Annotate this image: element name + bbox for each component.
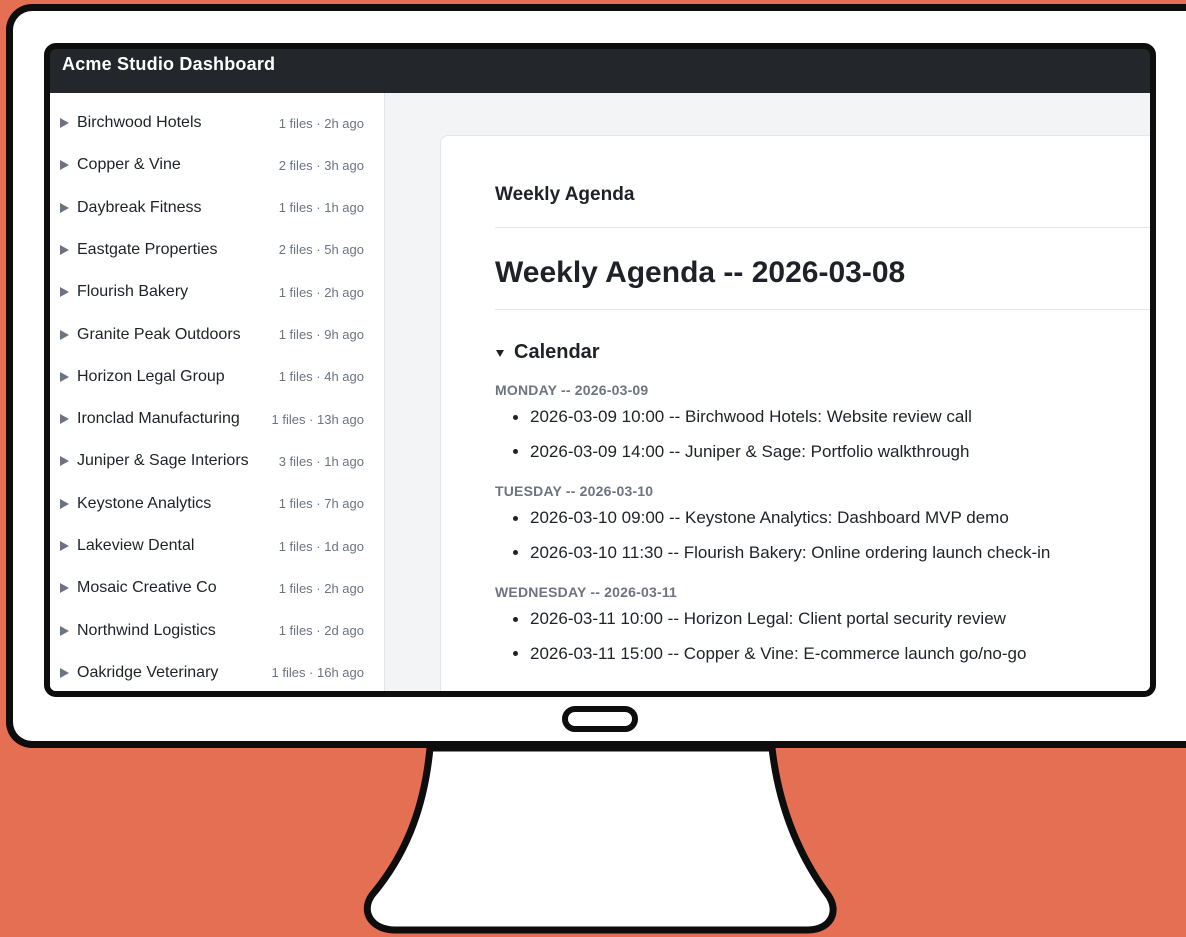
agenda-heading: Weekly Agenda -- 2026-03-08 <box>495 256 906 289</box>
sidebar-item-client[interactable]: Eastgate Properties 2 files · 5h ago <box>50 229 384 271</box>
bullet-icon <box>513 414 518 420</box>
client-meta: 3 files · 1h ago <box>278 453 364 469</box>
day-label: TUESDAY -- 2026-03-10 <box>495 483 654 499</box>
client-meta: 1 files · 2h ago <box>278 284 364 300</box>
sidebar-item-client[interactable]: Juniper & Sage Interiors 3 files · 1h ago <box>50 440 384 482</box>
client-meta: 2 files · 3h ago <box>278 157 364 173</box>
event-text: 2026-03-10 11:30 -- Flourish Bakery: Onl… <box>530 542 1051 562</box>
client-meta: 1 files · 13h ago <box>271 411 364 427</box>
triangle-right-icon <box>60 202 69 213</box>
calendar-event: 2026-03-11 10:00 -- Horizon Legal: Clien… <box>513 609 1006 629</box>
client-name: Copper & Vine <box>77 156 181 174</box>
calendar-event: 2026-03-09 14:00 -- Juniper & Sage: Port… <box>513 442 969 462</box>
sidebar-item-client[interactable]: Copper & Vine 2 files · 3h ago <box>50 144 384 186</box>
app-header: Acme Studio Dashboard <box>50 49 1150 93</box>
client-name: Lakeview Dental <box>77 537 195 554</box>
triangle-right-icon <box>60 583 69 594</box>
main-content: Weekly Agenda Weekly Agenda -- 2026-03-0… <box>386 93 1150 691</box>
triangle-right-icon <box>60 118 69 128</box>
client-name: Oakridge Veterinary <box>77 663 219 681</box>
triangle-right-icon <box>60 625 69 636</box>
client-meta: 1 files · 2h ago <box>278 115 364 131</box>
client-name: Mosaic Creative Co <box>77 579 217 597</box>
sidebar-item-client[interactable]: Ironclad Manufacturing 1 files · 13h ago <box>50 398 384 440</box>
client-name: Flourish Bakery <box>77 283 189 301</box>
client-name: Eastgate Properties <box>77 240 218 258</box>
triangle-right-icon <box>60 667 69 678</box>
app-title: Acme Studio Dashboard <box>62 54 276 74</box>
client-meta: 1 files · 4h ago <box>278 369 364 385</box>
app-body: Birchwood Hotels 1 files · 2h ago Copper &… <box>50 93 1150 691</box>
sidebar-item-client[interactable]: Northwind Logistics 1 files · 2d ago <box>50 610 384 652</box>
calendar-section-toggle[interactable]: Calendar <box>495 341 600 364</box>
client-meta: 1 files · 7h ago <box>278 496 364 512</box>
client-name: Northwind Logistics <box>77 621 216 639</box>
client-name: Birchwood Hotels <box>77 114 202 131</box>
client-meta: 1 files · 1d ago <box>278 538 364 554</box>
sidebar-item-client[interactable]: Keystone Analytics 1 files · 7h ago <box>50 483 384 525</box>
bullet-icon <box>513 616 518 622</box>
section-title: Calendar <box>514 341 600 363</box>
calendar-event: 2026-03-10 11:30 -- Flourish Bakery: Onl… <box>513 543 1050 563</box>
event-text: 2026-03-11 10:00 -- Horizon Legal: Clien… <box>530 609 1006 628</box>
event-text: 2026-03-11 15:00 -- Copper & Vine: E-com… <box>530 643 1027 663</box>
sidebar-item-client[interactable]: Lakeview Dental 1 files · 1d ago <box>50 525 384 567</box>
calendar-event: 2026-03-10 09:00 -- Keystone Analytics: … <box>513 508 1009 528</box>
document-card: Weekly Agenda Weekly Agenda -- 2026-03-0… <box>440 135 1150 691</box>
triangle-down-icon <box>496 349 504 357</box>
client-name: Keystone Analytics <box>77 494 212 512</box>
client-meta: 1 files · 2d ago <box>278 623 364 639</box>
divider <box>495 227 1150 228</box>
sidebar-item-client[interactable]: Mosaic Creative Co 1 files · 2h ago <box>50 567 384 609</box>
bullet-icon <box>513 550 518 555</box>
bullet-icon <box>513 515 518 521</box>
event-text: 2026-03-09 10:00 -- Birchwood Hotels: We… <box>530 407 972 426</box>
sidebar-item-client[interactable]: Flourish Bakery 1 files · 2h ago <box>50 271 384 313</box>
monitor-home-button <box>562 706 638 732</box>
triangle-right-icon <box>60 541 69 551</box>
triangle-right-icon <box>60 414 69 425</box>
triangle-right-icon <box>60 287 69 298</box>
client-name: Granite Peak Outdoors <box>77 325 241 343</box>
event-text: 2026-03-10 09:00 -- Keystone Analytics: … <box>530 508 1009 527</box>
divider <box>495 309 1150 310</box>
triangle-right-icon <box>60 456 69 467</box>
client-name: Daybreak Fitness <box>77 198 202 216</box>
calendar-event: 2026-03-09 10:00 -- Birchwood Hotels: We… <box>513 407 972 427</box>
client-name: Juniper & Sage Interiors <box>77 452 249 470</box>
bullet-icon <box>513 449 518 454</box>
triangle-right-icon <box>60 160 69 171</box>
triangle-right-icon <box>60 498 69 509</box>
sidebar-item-client[interactable]: Horizon Legal Group 1 files · 4h ago <box>50 356 384 398</box>
triangle-right-icon <box>60 244 69 255</box>
client-meta: 2 files · 5h ago <box>278 242 364 258</box>
triangle-right-icon <box>60 329 69 340</box>
sidebar-item-client[interactable]: Oakridge Veterinary 1 files · 16h ago <box>50 652 384 691</box>
bullet-icon <box>513 651 518 656</box>
client-name: Ironclad Manufacturing <box>77 410 240 428</box>
event-text: 2026-03-09 14:00 -- Juniper & Sage: Port… <box>530 441 970 461</box>
client-meta: 1 files · 16h ago <box>271 665 364 681</box>
client-meta: 1 files · 1h ago <box>278 200 364 216</box>
client-name: Horizon Legal Group <box>77 367 225 385</box>
client-meta: 1 files · 9h ago <box>278 327 364 342</box>
sidebar-item-client[interactable]: Daybreak Fitness 1 files · 1h ago <box>50 187 384 229</box>
sidebar-item-client[interactable]: Granite Peak Outdoors 1 files · 9h ago <box>50 314 384 356</box>
card-title: Weekly Agenda <box>495 184 635 205</box>
client-sidebar: Birchwood Hotels 1 files · 2h ago Copper &… <box>50 93 385 691</box>
client-meta: 1 files · 2h ago <box>278 580 364 596</box>
day-label: WEDNESDAY -- 2026-03-11 <box>495 584 678 600</box>
day-label: MONDAY -- 2026-03-09 <box>495 382 649 398</box>
sidebar-item-client[interactable]: Birchwood Hotels 1 files · 2h ago <box>50 102 384 144</box>
triangle-right-icon <box>60 371 69 382</box>
calendar-event: 2026-03-11 15:00 -- Copper & Vine: E-com… <box>513 644 1026 664</box>
screen: Acme Studio Dashboard Birchwood Hotels 1 … <box>44 43 1156 697</box>
